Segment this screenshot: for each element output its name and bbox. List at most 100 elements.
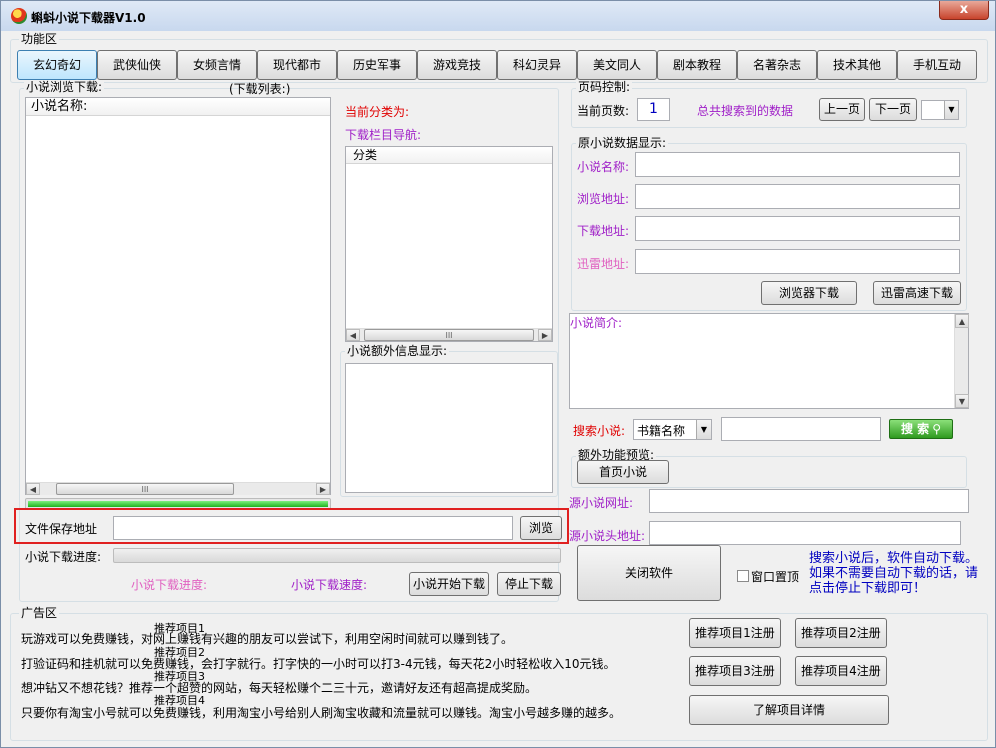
current-page-label: 当前页数:: [577, 104, 630, 118]
source-header-field[interactable]: [649, 521, 961, 545]
source-url-label: 源小说网址:: [569, 496, 634, 510]
novel-intro-vscroll[interactable]: ▲ ▼: [954, 314, 969, 408]
tab-category[interactable]: 技术其他: [817, 50, 897, 80]
original-data-label: 原小说数据显示:: [576, 136, 669, 150]
tab-category[interactable]: 现代都市: [257, 50, 337, 80]
ads-label: 广告区: [19, 606, 60, 620]
tab-category[interactable]: 玄幻奇幻: [17, 50, 97, 80]
paging-label: 页码控制:: [576, 80, 633, 94]
pin-window-label: 窗口置顶: [751, 570, 800, 584]
download-progress-label: 小说下载进度:: [25, 550, 102, 564]
browse-url-label: 浏览地址:: [577, 192, 630, 206]
save-path-label: 文件保存地址: [25, 522, 98, 536]
search-input[interactable]: [721, 417, 881, 441]
ad-line[interactable]: 想冲钻又不想花钱？推荐一个超赞的网站，每天轻松赚个二三十元，邀请好友还有超高提成…: [21, 679, 537, 696]
search-icon: ⚲: [932, 422, 941, 436]
chevron-down-icon[interactable]: ▼: [696, 420, 711, 439]
tab-category[interactable]: 武侠仙侠: [97, 50, 177, 80]
close-software-button[interactable]: 关闭软件: [577, 545, 721, 601]
app-icon: [11, 8, 27, 24]
ad-project-label: 推荐项目3: [154, 670, 205, 683]
tab-category[interactable]: 女频言情: [177, 50, 257, 80]
current-page-value[interactable]: 1: [637, 98, 670, 121]
category-list-hscroll[interactable]: ◀ III ▶: [346, 328, 552, 341]
project-details-button[interactable]: 了解项目详情: [689, 695, 889, 725]
download-nav-label: 下载栏目导航:: [345, 128, 422, 142]
current-category-label: 当前分类为:: [345, 105, 410, 119]
scroll-right-icon[interactable]: ▶: [316, 483, 330, 495]
prev-page-button[interactable]: 上一页: [819, 98, 865, 121]
novel-name-field[interactable]: [635, 152, 960, 177]
download-list-label: (下载列表:): [229, 82, 291, 96]
start-download-button[interactable]: 小说开始下载: [409, 572, 489, 596]
extra-info-label: 小说额外信息显示:: [345, 344, 450, 358]
source-header-label: 源小说头地址:: [569, 529, 646, 543]
auto-download-hint: 搜索小说后，软件自动下载。如果不需要自动下载的话，请点击停止下载即可！: [809, 551, 979, 596]
window-title: 蝌蚪小说下载器V1.0: [31, 11, 146, 25]
extra-info-box[interactable]: [345, 363, 553, 493]
download-progress-bar: [113, 548, 561, 563]
tab-category[interactable]: 游戏竞技: [417, 50, 497, 80]
browse-path-button[interactable]: 浏览: [520, 516, 562, 540]
search-label: 搜索小说:: [573, 424, 626, 438]
tab-category[interactable]: 手机互动: [897, 50, 977, 80]
tab-category[interactable]: 美文同人: [577, 50, 657, 80]
scroll-right-icon[interactable]: ▶: [538, 329, 552, 341]
search-button[interactable]: 搜 索 ⚲: [889, 419, 953, 439]
browse-url-field[interactable]: [635, 184, 960, 209]
category-list[interactable]: 分类 ◀ III ▶: [345, 146, 553, 342]
browse-download-label: 小说浏览下载:: [24, 80, 105, 94]
source-url-field[interactable]: [649, 489, 969, 513]
title-bar[interactable]: 蝌蚪小说下载器V1.0 x: [1, 1, 995, 31]
stop-download-button[interactable]: 停止下载: [497, 572, 561, 596]
novel-list-hscroll[interactable]: ◀ III ▶: [26, 482, 330, 495]
tab-category[interactable]: 历史军事: [337, 50, 417, 80]
ad-project-label: 推荐项目4: [154, 694, 205, 707]
download-url-label: 下载地址:: [577, 224, 630, 238]
novel-list-header[interactable]: 小说名称:: [26, 98, 330, 116]
home-novels-button[interactable]: 首页小说: [577, 460, 669, 484]
thunder-url-label: 迅雷地址:: [577, 257, 630, 271]
scroll-left-icon[interactable]: ◀: [26, 483, 40, 495]
tab-category[interactable]: 剧本教程: [657, 50, 737, 80]
ad-register-button[interactable]: 推荐项目2注册: [795, 618, 887, 648]
ad-register-button[interactable]: 推荐项目4注册: [795, 656, 887, 686]
page-select[interactable]: ▼: [921, 100, 959, 120]
scroll-left-icon[interactable]: ◀: [346, 329, 360, 341]
browser-download-button[interactable]: 浏览器下载: [761, 281, 857, 305]
ad-project-label: 推荐项目2: [154, 646, 205, 659]
scroll-up-icon[interactable]: ▲: [955, 314, 969, 328]
total-found-label: 总共搜索到的数据: [697, 104, 794, 118]
novel-intro-label: 小说简介:: [570, 316, 623, 330]
ad-register-button[interactable]: 推荐项目3注册: [689, 656, 781, 686]
save-path-input[interactable]: [113, 516, 513, 540]
thunder-download-button[interactable]: 迅雷高速下载: [873, 281, 961, 305]
novel-name-label: 小说名称:: [577, 160, 630, 174]
function-area-label: 功能区: [19, 32, 60, 46]
novel-intro-box[interactable]: 小说简介: ▲ ▼: [569, 313, 969, 409]
tab-category[interactable]: 名著杂志: [737, 50, 817, 80]
novel-list[interactable]: 小说名称: ◀ III ▶: [25, 97, 331, 495]
download-speed-label: 小说下载速度:: [291, 578, 368, 592]
pin-window-checkbox[interactable]: [737, 570, 749, 582]
tab-category[interactable]: 科幻灵异: [497, 50, 577, 80]
download-url-field[interactable]: [635, 216, 960, 241]
category-scroll-thumb[interactable]: III: [364, 329, 534, 341]
download-progress-text: 小说下载进度:: [131, 578, 208, 592]
close-button[interactable]: x: [939, 1, 989, 20]
category-list-header[interactable]: 分类: [346, 147, 552, 164]
scroll-down-icon[interactable]: ▼: [955, 394, 969, 408]
chevron-down-icon[interactable]: ▼: [944, 101, 958, 119]
ad-line[interactable]: 打验证码和挂机就可以免费赚钱，会打字就行。打字快的一小时可以打3-4元钱，每天花…: [21, 655, 616, 672]
ad-line[interactable]: 玩游戏可以免费赚钱，对网上赚钱有兴趣的朋友可以尝试下，利用空闲时间就可以赚到钱了…: [21, 630, 513, 647]
novel-list-scroll-thumb[interactable]: III: [56, 483, 234, 495]
search-mode-select[interactable]: 书籍名称 ▼: [633, 419, 712, 440]
search-mode-value: 书籍名称: [637, 424, 686, 438]
ad-project-label: 推荐项目1: [154, 622, 205, 635]
ad-line[interactable]: 只要你有淘宝小号就可以免费赚钱，利用淘宝小号给别人刷淘宝收藏和流量就可以赚钱。淘…: [21, 704, 621, 721]
thunder-url-field[interactable]: [635, 249, 960, 274]
next-page-button[interactable]: 下一页: [869, 98, 917, 121]
ad-register-button[interactable]: 推荐项目1注册: [689, 618, 781, 648]
search-button-label: 搜 索: [901, 422, 930, 436]
main-window: 蝌蚪小说下载器V1.0 x 功能区 玄幻奇幻 武侠仙侠 女频言情 现代都市 历史军事 游戏…: [0, 0, 996, 748]
